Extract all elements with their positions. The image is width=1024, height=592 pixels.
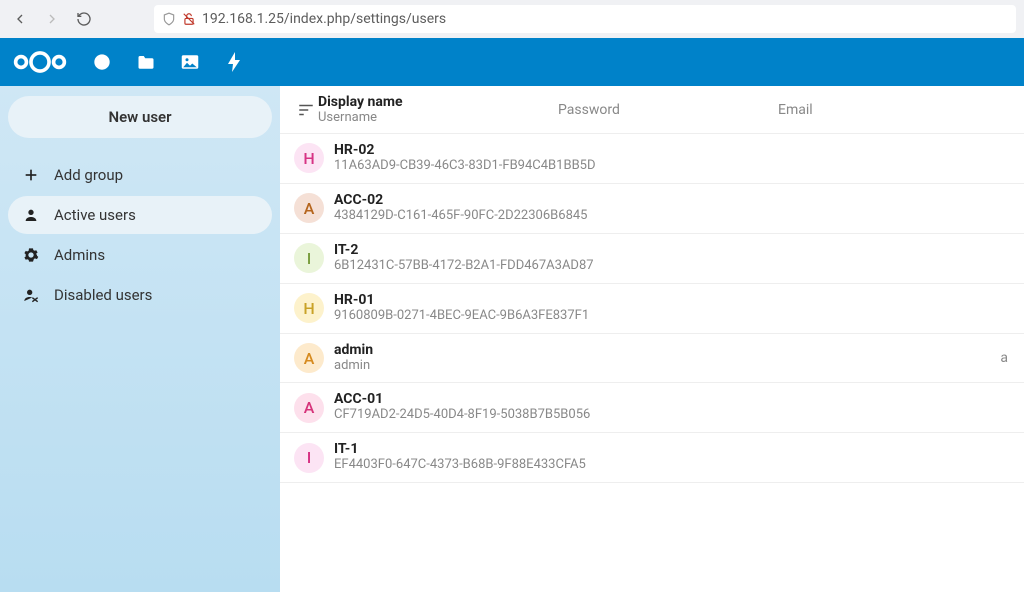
sidebar-item-disabled-users[interactable]: Disabled users xyxy=(8,276,272,314)
user-row[interactable]: H HR-0211A63AD9-CB39-46C3-83D1-FB94C4B1BB… xyxy=(280,134,1024,184)
sidebar-item-admins[interactable]: Admins xyxy=(8,236,272,274)
display-name: ACC-02 xyxy=(334,192,854,208)
user-info: IT-26B12431C-57BB-4172-B2A1-FDD467A3AD87 xyxy=(334,242,854,275)
avatar: I xyxy=(294,243,324,273)
header-password[interactable]: Password xyxy=(558,102,778,118)
new-user-label: New user xyxy=(108,108,171,126)
user-row[interactable]: I IT-26B12431C-57BB-4172-B2A1-FDD467A3AD8… xyxy=(280,234,1024,284)
username: 4384129D-C161-465F-90FC-2D22306B6845 xyxy=(334,208,854,225)
reload-button[interactable] xyxy=(72,7,96,31)
display-name: admin xyxy=(334,342,854,358)
nextcloud-logo-icon[interactable] xyxy=(12,48,68,76)
username: 11A63AD9-CB39-46C3-83D1-FB94C4B1BB5D xyxy=(334,158,854,175)
dashboard-icon[interactable] xyxy=(92,52,112,72)
display-name: ACC-01 xyxy=(334,391,854,407)
avatar: A xyxy=(294,193,324,223)
display-name: HR-01 xyxy=(334,292,854,308)
shield-icon xyxy=(162,12,176,26)
display-name: IT-1 xyxy=(334,441,854,457)
user-row[interactable]: A ACC-01CF719AD2-24D5-40D4-8F19-5038B7B5B… xyxy=(280,383,1024,433)
sidebar-item-active-users[interactable]: Active users xyxy=(8,196,272,234)
username: CF719AD2-24D5-40D4-8F19-5038B7B5B056 xyxy=(334,407,854,424)
avatar: A xyxy=(294,393,324,423)
sidebar-item-add-group[interactable]: Add group xyxy=(8,156,272,194)
sidebar: New user Add group Active users Admins D xyxy=(0,86,280,592)
user-icon xyxy=(22,206,40,224)
header-displayname: Display name xyxy=(318,94,558,110)
user-list: Display name Username Password Email H HR… xyxy=(280,86,1024,592)
username: 9160809B-0271-4BEC-9EAC-9B6A3FE837F1 xyxy=(334,308,854,325)
user-info: adminadmin xyxy=(334,342,854,375)
header-email[interactable]: Email xyxy=(778,102,958,118)
user-info: ACC-01CF719AD2-24D5-40D4-8F19-5038B7B5B0… xyxy=(334,391,854,424)
sidebar-item-label: Active users xyxy=(54,206,136,224)
sidebar-item-label: Admins xyxy=(54,246,105,264)
avatar: A xyxy=(294,343,324,373)
user-row[interactable]: H HR-019160809B-0271-4BEC-9EAC-9B6A3FE837… xyxy=(280,284,1024,334)
avatar: I xyxy=(294,443,324,473)
user-info: IT-1EF4403F0-647C-4373-B68B-9F88E433CFA5 xyxy=(334,441,854,474)
row-trail: a xyxy=(1000,350,1010,366)
avatar: H xyxy=(294,293,324,323)
gear-icon xyxy=(22,246,40,264)
display-name: IT-2 xyxy=(334,242,854,258)
username: 6B12431C-57BB-4172-B2A1-FDD467A3AD87 xyxy=(334,258,854,275)
user-info: HR-0211A63AD9-CB39-46C3-83D1-FB94C4B1BB5… xyxy=(334,142,854,175)
app-header xyxy=(0,38,1024,86)
user-info: ACC-024384129D-C161-465F-90FC-2D22306B68… xyxy=(334,192,854,225)
activity-icon[interactable] xyxy=(224,52,244,72)
col-displayname[interactable]: Display name Username xyxy=(318,94,558,125)
files-icon[interactable] xyxy=(136,52,156,72)
sidebar-item-label: Add group xyxy=(54,166,123,184)
table-header: Display name Username Password Email xyxy=(280,86,1024,134)
url-bar[interactable]: 192.168.1.25/index.php/settings/users xyxy=(154,5,1016,33)
user-info: HR-019160809B-0271-4BEC-9EAC-9B6A3FE837F… xyxy=(334,292,854,325)
new-user-button[interactable]: New user xyxy=(8,96,272,138)
user-row[interactable]: I IT-1EF4403F0-647C-4373-B68B-9F88E433CFA… xyxy=(280,433,1024,483)
username: admin xyxy=(334,358,854,375)
sort-icon[interactable] xyxy=(294,103,318,117)
photos-icon[interactable] xyxy=(180,52,200,72)
header-username: Username xyxy=(318,110,558,125)
url-text: 192.168.1.25/index.php/settings/users xyxy=(202,11,446,27)
user-row[interactable]: Aadminadmin a xyxy=(280,334,1024,384)
back-button[interactable] xyxy=(8,7,32,31)
username: EF4403F0-647C-4373-B68B-9F88E433CFA5 xyxy=(334,457,854,474)
display-name: HR-02 xyxy=(334,142,854,158)
plus-icon xyxy=(22,166,40,184)
sidebar-item-label: Disabled users xyxy=(54,286,152,304)
insecure-lock-icon xyxy=(182,12,196,26)
user-row[interactable]: A ACC-024384129D-C161-465F-90FC-2D22306B6… xyxy=(280,184,1024,234)
forward-button[interactable] xyxy=(40,7,64,31)
user-disabled-icon xyxy=(22,286,40,304)
browser-toolbar: 192.168.1.25/index.php/settings/users xyxy=(0,0,1024,38)
avatar: H xyxy=(294,143,324,173)
